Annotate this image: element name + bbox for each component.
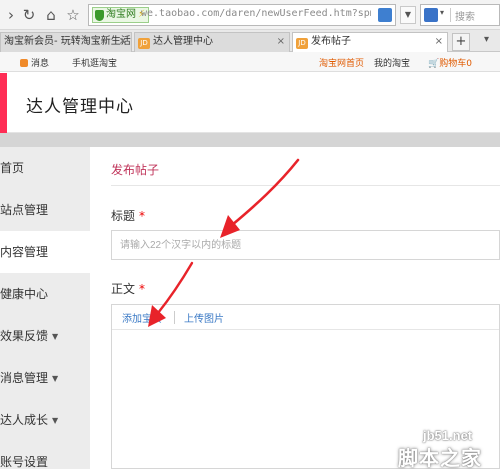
bookmark-cart[interactable]: 🛒购物车0 [428, 56, 472, 69]
sidebar-item-effect-feedback[interactable]: 效果反馈 ▼ [0, 315, 90, 357]
search-placeholder[interactable]: 搜索 [455, 8, 475, 23]
bookmark-messages[interactable]: 消息 [20, 56, 49, 69]
url-text[interactable]: we.taobao.com/daren/newUserFeed.htm?spm=… [141, 8, 371, 19]
sidebar-item-message-management[interactable]: 消息管理 ▼ [0, 357, 90, 399]
bookmark-mobile-taobao[interactable]: 手机逛淘宝 [72, 56, 117, 69]
bookmark-star-icon[interactable]: ☆ [64, 5, 82, 25]
add-item-button[interactable]: 添加宝贝 [122, 310, 162, 325]
sidebar-item-content-management[interactable]: 内容管理 [0, 231, 90, 273]
tab-bar: 淘宝新会员- 玩转淘宝新生活 × JD 达人管理中心 × JD 发布帖子 × + ▾ [0, 30, 500, 53]
search-box[interactable]: ▾ 搜索 [420, 4, 500, 26]
section-divider [111, 185, 500, 186]
upload-image-button[interactable]: 上传图片 [184, 310, 224, 325]
required-mark: * [139, 209, 146, 223]
address-bar[interactable]: 淘宝网 ⚡ we.taobao.com/daren/newUserFeed.ht… [88, 4, 396, 26]
chevron-down-icon: ▼ [52, 374, 59, 383]
shield-icon [95, 9, 104, 21]
title-field-label: 标题 * [111, 209, 146, 223]
bookmark-taobao-home[interactable]: 淘宝网首页 [319, 56, 364, 69]
toolbar-divider [174, 311, 175, 324]
sidebar-item-health-center[interactable]: 健康中心 [0, 273, 90, 315]
header-accent-bar [0, 73, 7, 133]
page-header: 达人管理中心 [0, 73, 500, 133]
new-tab-button[interactable]: + [452, 33, 470, 51]
tab-daren-center[interactable]: JD 达人管理中心 × [134, 32, 290, 52]
close-icon[interactable]: × [435, 33, 443, 51]
editor-toolbar: 添加宝贝 上传图片 [112, 305, 499, 330]
page-title: 达人管理中心 [26, 97, 134, 117]
forward-icon[interactable]: › [2, 5, 20, 25]
search-engine-icon[interactable] [424, 8, 438, 22]
sidebar-item-account-settings[interactable]: 账号设置 [0, 441, 90, 469]
header-divider-band [0, 133, 500, 147]
sidebar-item-site-management[interactable]: 站点管理 [0, 189, 90, 231]
message-icon [20, 59, 28, 67]
home-icon[interactable]: ⌂ [42, 5, 60, 25]
page-action-icon[interactable] [378, 8, 392, 22]
chevron-down-icon: ▼ [52, 332, 59, 341]
bookmarks-bar: 消息 手机逛淘宝 淘宝网首页 我的淘宝 🛒购物车0 [0, 52, 500, 72]
bookmark-my-taobao[interactable]: 我的淘宝 [374, 56, 410, 69]
watermark-url: jb51.net [423, 428, 473, 443]
close-icon[interactable]: × [119, 33, 127, 51]
chevron-down-icon: ▼ [52, 416, 59, 425]
site-favicon-icon: JD [138, 38, 150, 49]
divider [450, 8, 451, 22]
tab-publish-post[interactable]: JD 发布帖子 × [292, 32, 448, 53]
sidebar-item-daren-growth[interactable]: 达人成长 ▼ [0, 399, 90, 441]
sidebar-item-home[interactable]: 首页 [0, 147, 90, 189]
close-icon[interactable]: × [277, 33, 285, 51]
body-field-label: 正文 * [111, 282, 146, 296]
tab-list-chevron-icon[interactable]: ▾ [484, 34, 489, 45]
title-input[interactable] [111, 230, 500, 260]
tab-taobao-member[interactable]: 淘宝新会员- 玩转淘宝新生活 × [0, 32, 132, 52]
chevron-down-icon[interactable]: ▾ [440, 8, 444, 17]
sidebar: 首页 站点管理 内容管理 健康中心 效果反馈 ▼ 消息管理 ▼ 达人成长 ▼ 账号设置 [0, 147, 90, 469]
reload-icon[interactable]: ↻ [20, 5, 38, 25]
site-favicon-icon: JD [296, 38, 308, 49]
cart-icon: 🛒 [428, 59, 440, 69]
section-title: 发布帖子 [111, 163, 160, 177]
required-mark: * [139, 282, 146, 296]
main-content: 发布帖子 标题* 正文* 添加宝贝 上传图片 [90, 147, 500, 469]
browser-toolbar: › ↻ ⌂ ☆ 淘宝网 ⚡ we.taobao.com/daren/newUse… [0, 0, 500, 30]
watermark-site-name: 脚本之家 [398, 446, 482, 469]
address-dropdown-button[interactable]: ▼ [400, 6, 416, 24]
